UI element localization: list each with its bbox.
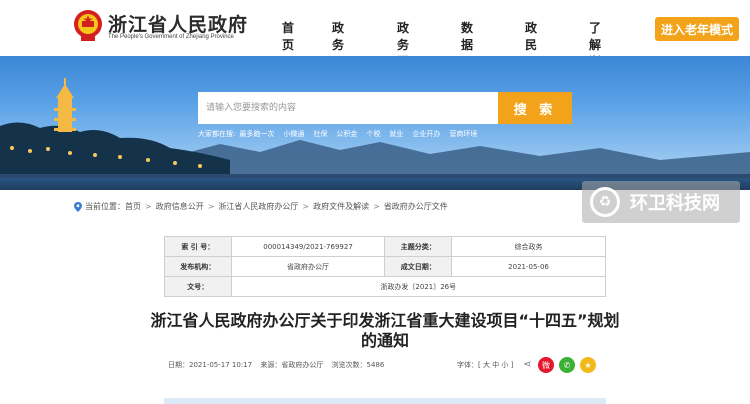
site-title[interactable]: 浙江省人民政府: [108, 10, 248, 37]
hot-search-list: 大家都在搜: 最多跑一次 小微通 社保 公积金 个税 就业 企业开办 营商环境: [198, 129, 486, 139]
elder-mode-button[interactable]: 进入老年模式: [655, 17, 739, 41]
article-source: 来源：省政府办公厅: [260, 361, 324, 369]
breadcrumb-separator: >: [302, 202, 310, 211]
publish-date: 日期：2021-05-17 10:17: [168, 361, 253, 369]
breadcrumb-item[interactable]: 政府文件及解读: [313, 201, 369, 212]
org-value: 省政府办公厅: [230, 256, 386, 277]
doc-info-table: 索 引 号： 000014349/2021-769927 主题分类： 综合政务 …: [164, 236, 607, 297]
hot-search-label: 大家都在搜:: [198, 130, 236, 138]
index-value: 000014349/2021-769927: [230, 236, 386, 257]
favorite-star-icon[interactable]: ★: [580, 357, 596, 373]
header: 浙江省人民政府 The People's Government of Zheji…: [0, 0, 750, 86]
topic-value: 综合政务: [451, 236, 606, 257]
hot-search-item[interactable]: 个税: [366, 129, 380, 139]
breadcrumb-item[interactable]: 省政府办公厅文件: [384, 201, 448, 212]
national-emblem-icon[interactable]: [73, 9, 103, 43]
breadcrumb-separator: >: [207, 202, 215, 211]
hero-banner: 请输入您要搜索的内容 搜 索 大家都在搜: 最多跑一次 小微通 社保 公积金 个…: [0, 56, 750, 190]
pagoda: [54, 78, 76, 132]
view-count: 浏览次数：5486: [331, 361, 385, 369]
watermark-text: 环卫科技网: [630, 193, 720, 214]
nav-home[interactable]: 首页: [282, 19, 294, 53]
org-key: 发布机构：: [164, 256, 232, 277]
article-meta: 日期：2021-05-17 10:17 来源：省政府办公厅 浏览次数：5486: [168, 360, 390, 370]
breadcrumb-separator: >: [373, 202, 380, 211]
hot-search-item[interactable]: 最多跑一次: [239, 129, 274, 139]
breadcrumb: 当前位置： 首页 > 政府信息公开 > 浙江省人民政府办公厅 > 政府文件及解读…: [74, 201, 448, 212]
doc-number-value: 浙政办发〔2021〕26号: [230, 276, 607, 297]
location-pin-icon: [74, 201, 82, 212]
doc-number-key: 文号：: [164, 276, 232, 297]
content-divider: [164, 398, 606, 404]
index-key: 索 引 号：: [164, 236, 232, 257]
search-button[interactable]: 搜 索: [498, 92, 572, 124]
breadcrumb-label: 当前位置：: [85, 202, 125, 211]
breadcrumb-item[interactable]: 政府信息公开: [156, 201, 204, 212]
watermark: ♻ 环卫科技网: [582, 181, 740, 223]
topic-key: 主题分类：: [384, 236, 453, 257]
breadcrumb-separator: >: [145, 202, 152, 211]
wechat-share-icon[interactable]: ✆: [559, 357, 575, 373]
date-value: 2021-05-06: [451, 256, 606, 277]
search-input[interactable]: 请输入您要搜索的内容: [198, 92, 498, 124]
hot-search-item[interactable]: 社保: [313, 129, 327, 139]
hot-search-item[interactable]: 就业: [389, 129, 403, 139]
table-row: 文号： 浙政办发〔2021〕26号: [164, 276, 607, 297]
recycle-icon: ♻: [590, 187, 620, 217]
hot-search-item[interactable]: 小微通: [283, 129, 304, 139]
breadcrumb-item[interactable]: 首页: [125, 201, 141, 212]
table-row: 索 引 号： 000014349/2021-769927 主题分类： 综合政务: [164, 236, 606, 257]
breadcrumb-item[interactable]: 浙江省人民政府办公厅: [218, 201, 298, 212]
article-title: 浙江省人民政府办公厅关于印发浙江省重大建设项目“十四五”规划 的通知: [150, 311, 620, 351]
article-title-line: 浙江省人民政府办公厅关于印发浙江省重大建设项目“十四五”规划: [150, 311, 620, 330]
hot-search-item[interactable]: 公积金: [336, 129, 357, 139]
font-size-control[interactable]: 字体：[ 大 中 小 ]: [457, 360, 513, 370]
weibo-share-icon[interactable]: 微: [538, 357, 554, 373]
site-subtitle: The People's Government of Zhejiang Prov…: [108, 34, 234, 40]
date-key: 成文日期：: [384, 256, 453, 277]
table-row: 发布机构： 省政府办公厅 成文日期： 2021-05-06: [164, 256, 606, 277]
hot-search-item[interactable]: 营商环境: [449, 129, 477, 139]
share-icon[interactable]: ⋖: [523, 359, 531, 370]
hot-search-item[interactable]: 企业开办: [412, 129, 440, 139]
article-title-line: 的通知: [360, 331, 409, 350]
